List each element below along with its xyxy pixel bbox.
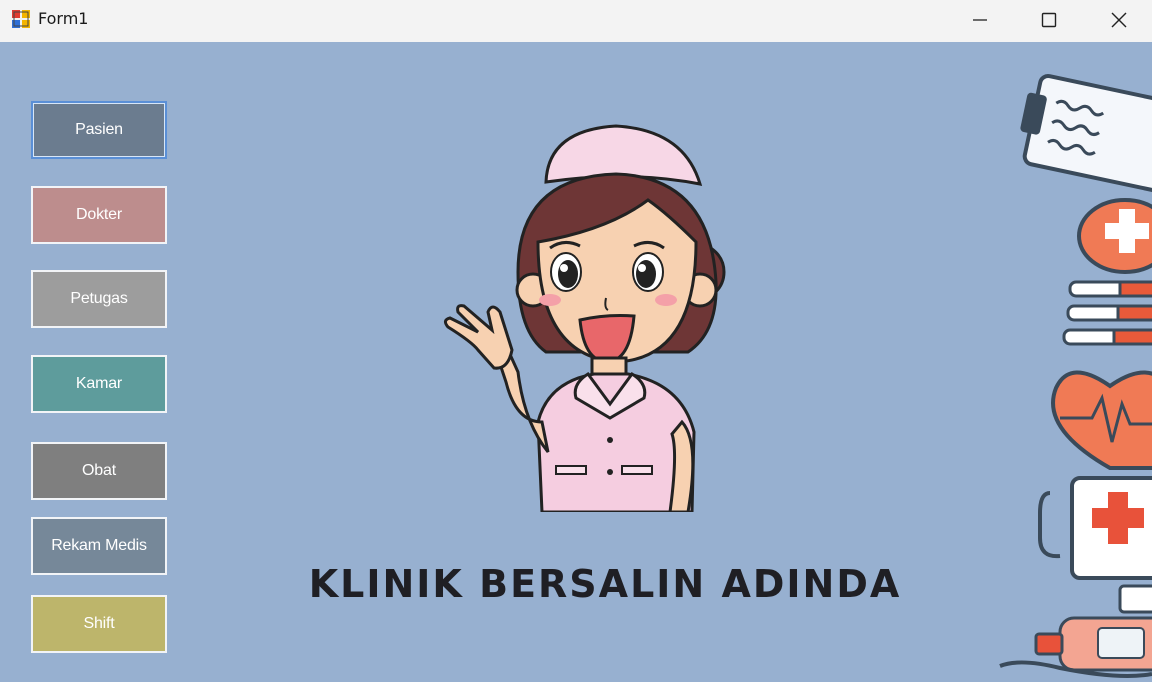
petugas-button-label: Petugas bbox=[70, 290, 128, 307]
form-client-area: Pasien Dokter Petugas Kamar Obat Rekam M… bbox=[0, 42, 1152, 682]
nurse-illustration bbox=[443, 124, 726, 512]
minimize-icon bbox=[973, 19, 987, 21]
pasien-button-label: Pasien bbox=[75, 121, 123, 138]
close-icon bbox=[1111, 12, 1127, 28]
maximize-icon bbox=[1041, 12, 1057, 28]
clinic-title: KLINIK BERSALIN ADINDA bbox=[308, 562, 902, 606]
close-button[interactable] bbox=[1096, 0, 1142, 40]
title-bar: Form1 bbox=[0, 0, 1152, 42]
form-app-icon bbox=[12, 10, 30, 28]
kamar-button-label: Kamar bbox=[75, 375, 123, 392]
window-title: Form1 bbox=[38, 9, 89, 28]
rekam-medis-button-label: Rekam Medis bbox=[51, 537, 147, 554]
obat-button-label: Obat bbox=[82, 462, 116, 479]
kamar-button[interactable]: Kamar bbox=[31, 355, 167, 413]
dokter-button[interactable]: Dokter bbox=[31, 186, 167, 244]
obat-button[interactable]: Obat bbox=[31, 442, 167, 500]
maximize-button[interactable] bbox=[1026, 0, 1072, 40]
petugas-button[interactable]: Petugas bbox=[31, 270, 167, 328]
pasien-button[interactable]: Pasien bbox=[31, 101, 167, 159]
dokter-button-label: Dokter bbox=[76, 206, 122, 223]
minimize-button[interactable] bbox=[957, 0, 1003, 40]
shift-button-label: Shift bbox=[83, 615, 115, 632]
